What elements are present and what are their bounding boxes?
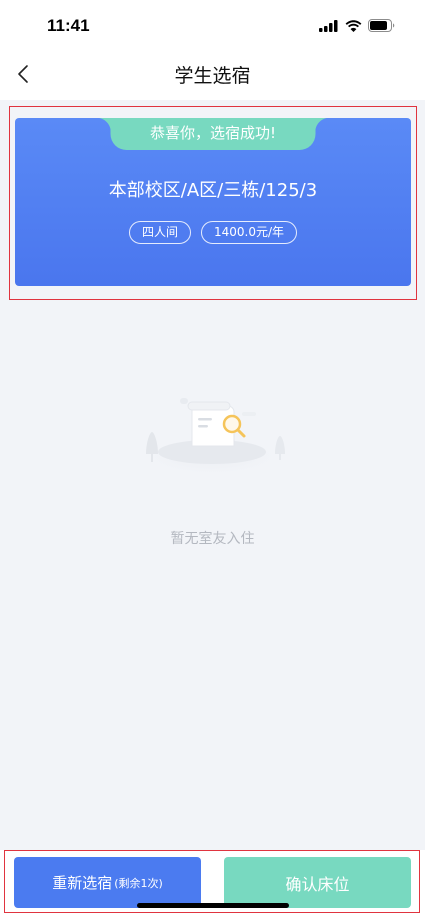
empty-roommates-text: 暂无室友入住 [170,531,255,547]
status-icons [319,19,395,32]
room-tags: 四人间 1400.0元/年 [15,221,411,244]
page-title: 学生选宿 [174,65,251,87]
room-type-tag: 四人间 [128,221,191,244]
cellular-signal-icon [319,19,338,32]
status-time: 11:41 [47,16,90,35]
confirm-bed-button[interactable]: 确认床位 [224,857,411,908]
home-indicator [137,903,289,908]
empty-roommates-illustration [134,398,290,478]
dorm-result-card: 恭喜你，选宿成功! 本部校区/A区/三栋/125/3 四人间 1400.0元/年 [15,118,411,286]
success-banner: 恭喜你，选宿成功! [96,118,330,150]
status-bar: 11:41 [0,0,425,48]
reselect-dorm-button[interactable]: 重新选宿 (剩余1次) [14,857,201,908]
confirm-label: 确认床位 [285,874,350,894]
room-fee-tag: 1400.0元/年 [200,221,298,244]
room-location: 本部校区/A区/三栋/125/3 [108,180,318,201]
battery-icon [368,19,395,32]
reselect-label: 重新选宿 [52,874,113,892]
nav-bar: 学生选宿 [0,48,425,100]
reselect-remaining: (剩余1次) [114,876,163,890]
wifi-icon [345,19,362,32]
